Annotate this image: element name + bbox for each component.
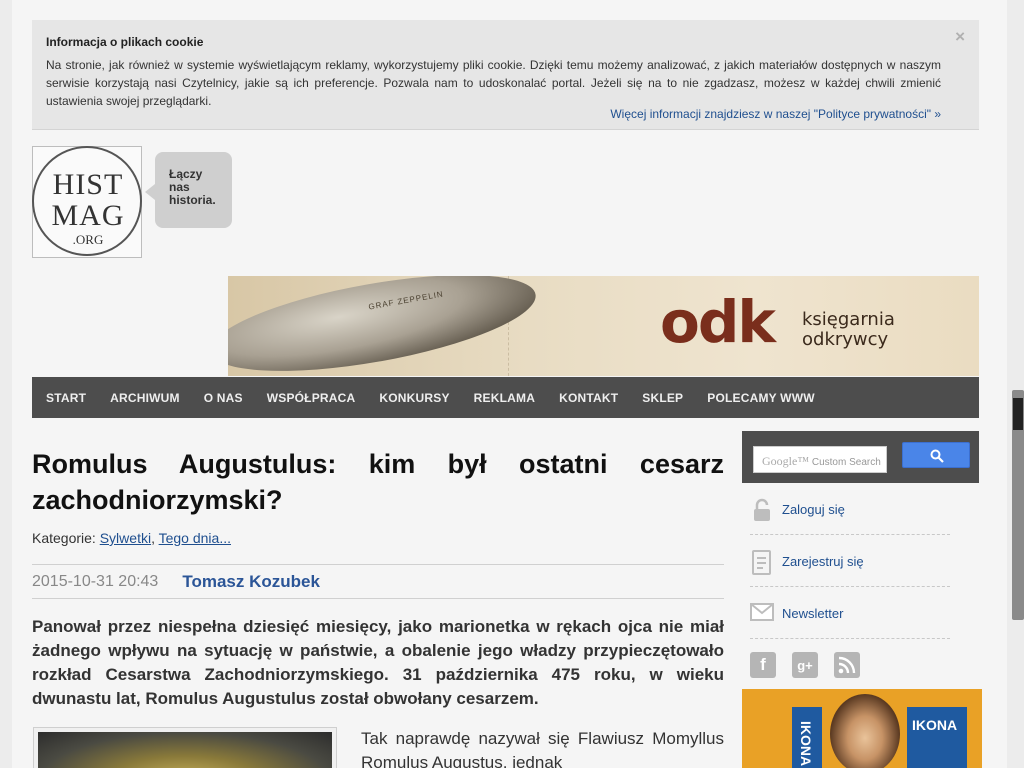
site-logo[interactable]: HIST MAG .ORG: [32, 146, 142, 258]
nav-item-wspolpraca[interactable]: WSPÓŁPRACA: [267, 391, 356, 405]
cookie-text: Na stronie, jak również w systemie wyświ…: [46, 58, 941, 108]
envelope-icon: [750, 602, 774, 626]
logo-text-org: .ORG: [72, 232, 104, 247]
article-image[interactable]: [33, 727, 337, 768]
search-button[interactable]: [902, 442, 970, 468]
google-brand: Google™: [762, 454, 810, 468]
tagline-bubble: Łączy nas historia.: [145, 152, 232, 228]
ad-book-cover: IKONA: [907, 707, 967, 768]
social-links: f g+: [750, 652, 860, 678]
facebook-icon[interactable]: f: [750, 652, 776, 678]
main-nav: START ARCHIWUM O NAS WSPÓŁPRACA KONKURSY…: [32, 377, 979, 418]
close-icon[interactable]: ×: [955, 28, 965, 46]
logo-text-hist: HIST: [52, 168, 124, 201]
sidebar-item-newsletter[interactable]: Newsletter: [750, 589, 950, 639]
document-icon: [750, 549, 774, 575]
login-link[interactable]: Zaloguj się: [782, 502, 845, 517]
category-separator: ,: [151, 530, 155, 546]
ad-book-spine-text: IKONA: [798, 721, 814, 767]
article-meta: 2015-10-31 20:43 Tomasz Kozubek: [32, 564, 724, 599]
ad-banner-odk[interactable]: GRAF ZEPPELIN odk księgarnia odkrywcy: [228, 276, 979, 376]
banner-brand: odk: [660, 288, 776, 356]
article-categories: Kategorie: Sylwetki, Tego dnia...: [32, 530, 231, 546]
search-input[interactable]: Google™ Custom Search: [753, 446, 887, 473]
nav-item-polecamy-www[interactable]: POLECAMY WWW: [707, 391, 815, 405]
sidebar-item-register[interactable]: Zarejestruj się: [750, 537, 950, 587]
register-link[interactable]: Zarejestruj się: [782, 554, 864, 569]
article-title: Romulus Augustulus: kim był ostatni cesa…: [32, 449, 724, 515]
scrollbar-thumb[interactable]: [1013, 398, 1023, 430]
rss-icon[interactable]: [834, 652, 860, 678]
lock-icon: [750, 498, 774, 522]
coin-image: [38, 732, 332, 768]
google-plus-icon[interactable]: g+: [792, 652, 818, 678]
search-icon: [930, 449, 944, 463]
article-body: Tak naprawdę nazywał się Flawiusz Momyll…: [361, 729, 724, 768]
ad-book-spine: IKONA: [792, 707, 822, 768]
nav-item-konkursy[interactable]: KONKURSY: [379, 391, 449, 405]
page-scrollbar[interactable]: [1012, 390, 1024, 620]
logo-text-mag: MAG: [51, 199, 125, 232]
banner-subtitle-2: odkrywcy: [802, 329, 889, 350]
nav-item-kontakt[interactable]: KONTAKT: [559, 391, 618, 405]
newsletter-link[interactable]: Newsletter: [782, 606, 843, 621]
cookie-title: Informacja o plikach cookie: [46, 35, 204, 49]
banner-subtitle-1: księgarnia: [802, 309, 895, 330]
privacy-policy-link[interactable]: Więcej informacji znajdziesz w naszej "P…: [610, 105, 941, 123]
search-placeholder: Custom Search: [811, 457, 881, 468]
nav-item-sklep[interactable]: SKLEP: [642, 391, 683, 405]
category-link-tego-dnia[interactable]: Tego dnia...: [159, 530, 231, 546]
nav-item-reklama[interactable]: REKLAMA: [474, 391, 535, 405]
nav-item-archiwum[interactable]: ARCHIWUM: [110, 391, 180, 405]
categories-label: Kategorie:: [32, 530, 96, 546]
banner-subtitle: księgarnia odkrywcy: [802, 310, 895, 350]
article-date: 2015-10-31 20:43: [32, 572, 159, 590]
nav-item-start[interactable]: START: [46, 391, 86, 405]
category-link-sylwetki[interactable]: Sylwetki: [100, 530, 151, 546]
article-lead: Panował przez niespełna dziesięć miesięc…: [32, 617, 724, 708]
sidebar-item-login[interactable]: Zaloguj się: [750, 485, 950, 535]
search-box: Google™ Custom Search: [742, 431, 979, 483]
ad-book-cover-text: IKONA: [912, 717, 958, 733]
tagline-line-3: historia.: [169, 193, 216, 207]
nav-item-o-nas[interactable]: O NAS: [204, 391, 243, 405]
icon-portrait-image: [830, 694, 900, 768]
cookie-notice: Informacja o plikach cookie Na stronie, …: [32, 20, 979, 130]
zeppelin-image: [228, 276, 543, 376]
author-link[interactable]: Tomasz Kozubek: [182, 572, 320, 592]
sidebar-ad-ikona[interactable]: IKONA IKONA: [742, 689, 982, 768]
